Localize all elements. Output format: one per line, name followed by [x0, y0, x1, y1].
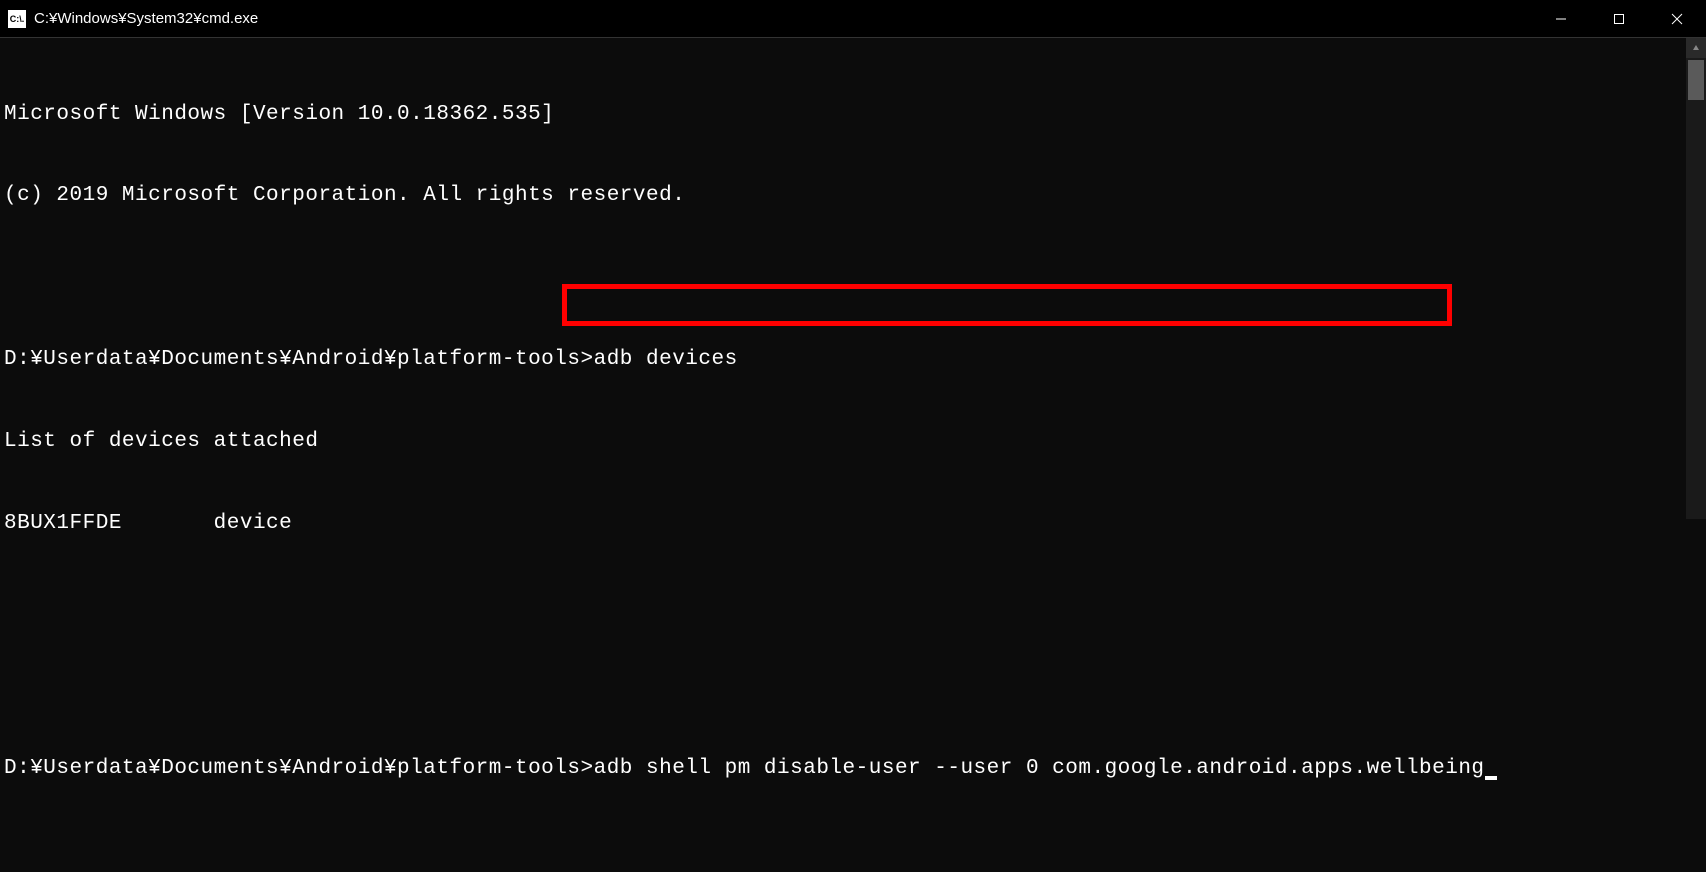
window-title: C:¥Windows¥System32¥cmd.exe: [34, 10, 258, 27]
output-line: List of devices attached: [4, 428, 1702, 455]
output-line: [4, 592, 1702, 619]
command-text: adb shell pm disable-user --user 0 com.g…: [594, 757, 1485, 780]
prompt-path: D:¥Userdata¥Documents¥Android¥platform-t…: [4, 348, 594, 371]
titlebar-left: C:\. C:¥Windows¥System32¥cmd.exe: [8, 10, 258, 28]
terminal-output[interactable]: Microsoft Windows [Version 10.0.18362.53…: [0, 38, 1706, 872]
output-line: (c) 2019 Microsoft Corporation. All righ…: [4, 182, 1702, 209]
scrollbar-thumb[interactable]: [1688, 60, 1704, 100]
scrollbar[interactable]: [1686, 38, 1706, 519]
output-line: 8BUX1FFDE device: [4, 510, 1702, 537]
cmd-icon: C:\.: [8, 10, 26, 28]
prompt-line: D:¥Userdata¥Documents¥Android¥platform-t…: [4, 346, 1702, 373]
window-controls: [1532, 0, 1706, 37]
output-line: Microsoft Windows [Version 10.0.18362.53…: [4, 101, 1702, 128]
close-button[interactable]: [1648, 0, 1706, 37]
prompt-line: D:¥Userdata¥Documents¥Android¥platform-t…: [4, 755, 1702, 782]
prompt-path: D:¥Userdata¥Documents¥Android¥platform-t…: [4, 757, 594, 780]
window-titlebar: C:\. C:¥Windows¥System32¥cmd.exe: [0, 0, 1706, 38]
maximize-button[interactable]: [1590, 0, 1648, 37]
output-line: [4, 264, 1702, 291]
scrollbar-up-button[interactable]: [1686, 38, 1706, 58]
cursor: [1485, 776, 1497, 780]
minimize-button[interactable]: [1532, 0, 1590, 37]
output-line: [4, 673, 1702, 700]
command-text: adb devices: [594, 348, 738, 371]
